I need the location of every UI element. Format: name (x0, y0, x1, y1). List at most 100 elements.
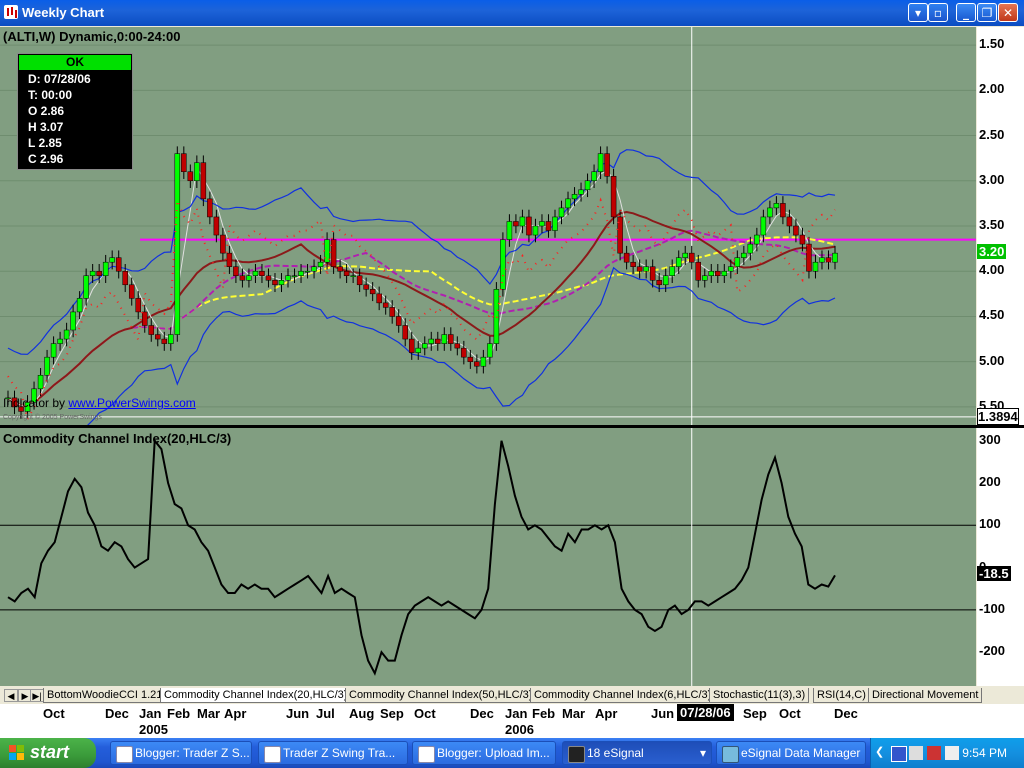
candle-body (415, 347, 421, 353)
x-label-oct-2004: Oct (43, 706, 65, 721)
tray-security-icon[interactable] (927, 746, 941, 760)
ma-yellow (7, 236, 836, 407)
window-title: Weekly Chart (22, 5, 105, 20)
candle-body (194, 162, 200, 182)
cursor-price-readout: 1.3894 (977, 407, 1019, 425)
tab-cci-6[interactable]: Commodity Channel Index(6,HLC/3) (530, 688, 716, 703)
candle-body (44, 356, 50, 376)
candle-body (435, 338, 441, 344)
start-label: start (30, 742, 70, 762)
candle-body (702, 275, 708, 281)
task-trader-z-swing[interactable]: Trader Z Swing Tra... (258, 741, 408, 765)
candle-body (181, 153, 187, 172)
candle-body (832, 252, 838, 263)
tab-rsi[interactable]: RSI(14,C) (813, 688, 870, 703)
candle-body (441, 334, 448, 344)
window-menu-button[interactable]: ▾ (908, 3, 928, 22)
candle-body (265, 275, 272, 281)
ma-purple (7, 229, 836, 407)
ma-darkred (7, 210, 836, 407)
tab-stochastic[interactable]: Stochastic(11(3),3) (709, 688, 810, 703)
cci-chart[interactable] (0, 428, 976, 686)
x-label-apr-2006: Apr (595, 706, 618, 721)
price-chart[interactable] (0, 27, 976, 425)
tab-cci-50[interactable]: Commodity Channel Index(50,HLC/3) (345, 688, 537, 703)
tray-expand-icon[interactable]: ❮ (875, 745, 884, 758)
candle-body (526, 216, 532, 236)
data-manager-icon (722, 746, 739, 763)
candle-body (682, 252, 688, 258)
candle-body (500, 239, 506, 290)
x-label-feb-2006: Feb (532, 706, 556, 721)
price-y-tick: 5.00 (979, 352, 1005, 368)
candle-body (233, 266, 239, 276)
candle-body (780, 203, 786, 218)
close-icon[interactable]: ✕ (998, 3, 1018, 22)
ie-icon (418, 746, 435, 763)
minimize-icon[interactable]: _ (956, 3, 976, 22)
candle-body (63, 329, 70, 340)
window-titlebar: Weekly Chart ▾ ▫ _ ❐ ✕ (0, 0, 1024, 26)
candle-body (571, 194, 578, 200)
candle-body (519, 216, 526, 227)
tray-network-icon[interactable] (891, 746, 907, 762)
task-blogger-upload[interactable]: Blogger: Upload Im... (412, 741, 556, 765)
candle-body (741, 252, 747, 258)
window-restore-inner-button[interactable]: ▫ (928, 3, 948, 22)
candle-body (578, 189, 584, 195)
task-blogger-trader[interactable]: Blogger: Trader Z S... (110, 741, 252, 765)
start-button[interactable]: start (0, 738, 96, 768)
candle-body (285, 275, 291, 281)
x-label-jan-2005: Jan (139, 706, 162, 721)
x-label-sep-2005: Sep (380, 706, 404, 721)
candle-body (636, 266, 643, 272)
candle-body (239, 275, 246, 281)
candle-body (304, 270, 311, 273)
candle-body (200, 162, 207, 200)
powerswings-link[interactable]: www.PowerSwings.com (68, 396, 195, 410)
candle-body (728, 266, 734, 272)
candle-body (246, 275, 252, 281)
cci-panel[interactable]: Commodity Channel Index(20,HLC/3) (0, 428, 976, 686)
windows-taskbar: start Blogger: Trader Z S... Trader Z Sw… (0, 738, 1024, 768)
x-label-jul-2005: Jul (316, 706, 335, 721)
tab-scroll-left-icon[interactable]: ◀ (4, 689, 18, 702)
candle-body (565, 198, 571, 209)
task-label: Trader Z Swing Tra... (283, 746, 396, 760)
candle-body (760, 216, 767, 236)
candle-body (474, 361, 480, 367)
candle-body (317, 261, 324, 267)
group-dropdown-icon[interactable]: ▾ (700, 742, 706, 764)
task-esignal-data-manager[interactable]: eSignal Data Manager (716, 741, 866, 765)
task-label: 18 eSignal (587, 746, 644, 760)
price-y-tick: 3.50 (979, 217, 1005, 232)
price-panel[interactable]: (ALTI,W) Dynamic,0:00-24:00 OK D: 07/28/… (0, 27, 976, 425)
x-label-oct-2006: Oct (779, 706, 801, 721)
ohlc-low: L 2.85 (28, 136, 62, 150)
restore-icon[interactable]: ❐ (977, 3, 997, 22)
task-label: eSignal Data Manager (741, 746, 861, 760)
candle-body (610, 176, 617, 218)
candle-body (122, 270, 128, 286)
cci-y-tick: -100 (979, 600, 1006, 616)
candle-body (50, 343, 57, 358)
x-label-sep-2006: Sep (743, 706, 767, 721)
tab-directional-movement[interactable]: Directional Movement (868, 688, 983, 703)
tab-cci-20[interactable]: Commodity Channel Index(20,HLC/3) (160, 688, 352, 703)
candle-body (669, 266, 675, 276)
tab-scroll-end-icon[interactable]: ▶| (30, 689, 44, 702)
candle-body (168, 334, 174, 344)
task-esignal[interactable]: 18 eSignal ▾ (562, 741, 712, 765)
candle-body (141, 311, 148, 326)
candle-body (161, 338, 168, 344)
candle-body (298, 270, 304, 277)
tray-app-icon[interactable] (909, 746, 923, 760)
x-label-feb-2005: Feb (167, 706, 191, 721)
attribution-prefix: Indicator by (3, 396, 66, 410)
candle-body (408, 338, 415, 353)
cci-y-tick: 100 (979, 516, 1001, 532)
tab-bottomwoodiecci[interactable]: BottomWoodieCCI 1.21 (43, 688, 167, 703)
candle-body (604, 153, 610, 177)
tray-volume-icon[interactable] (945, 746, 959, 760)
candle-body (506, 221, 513, 240)
